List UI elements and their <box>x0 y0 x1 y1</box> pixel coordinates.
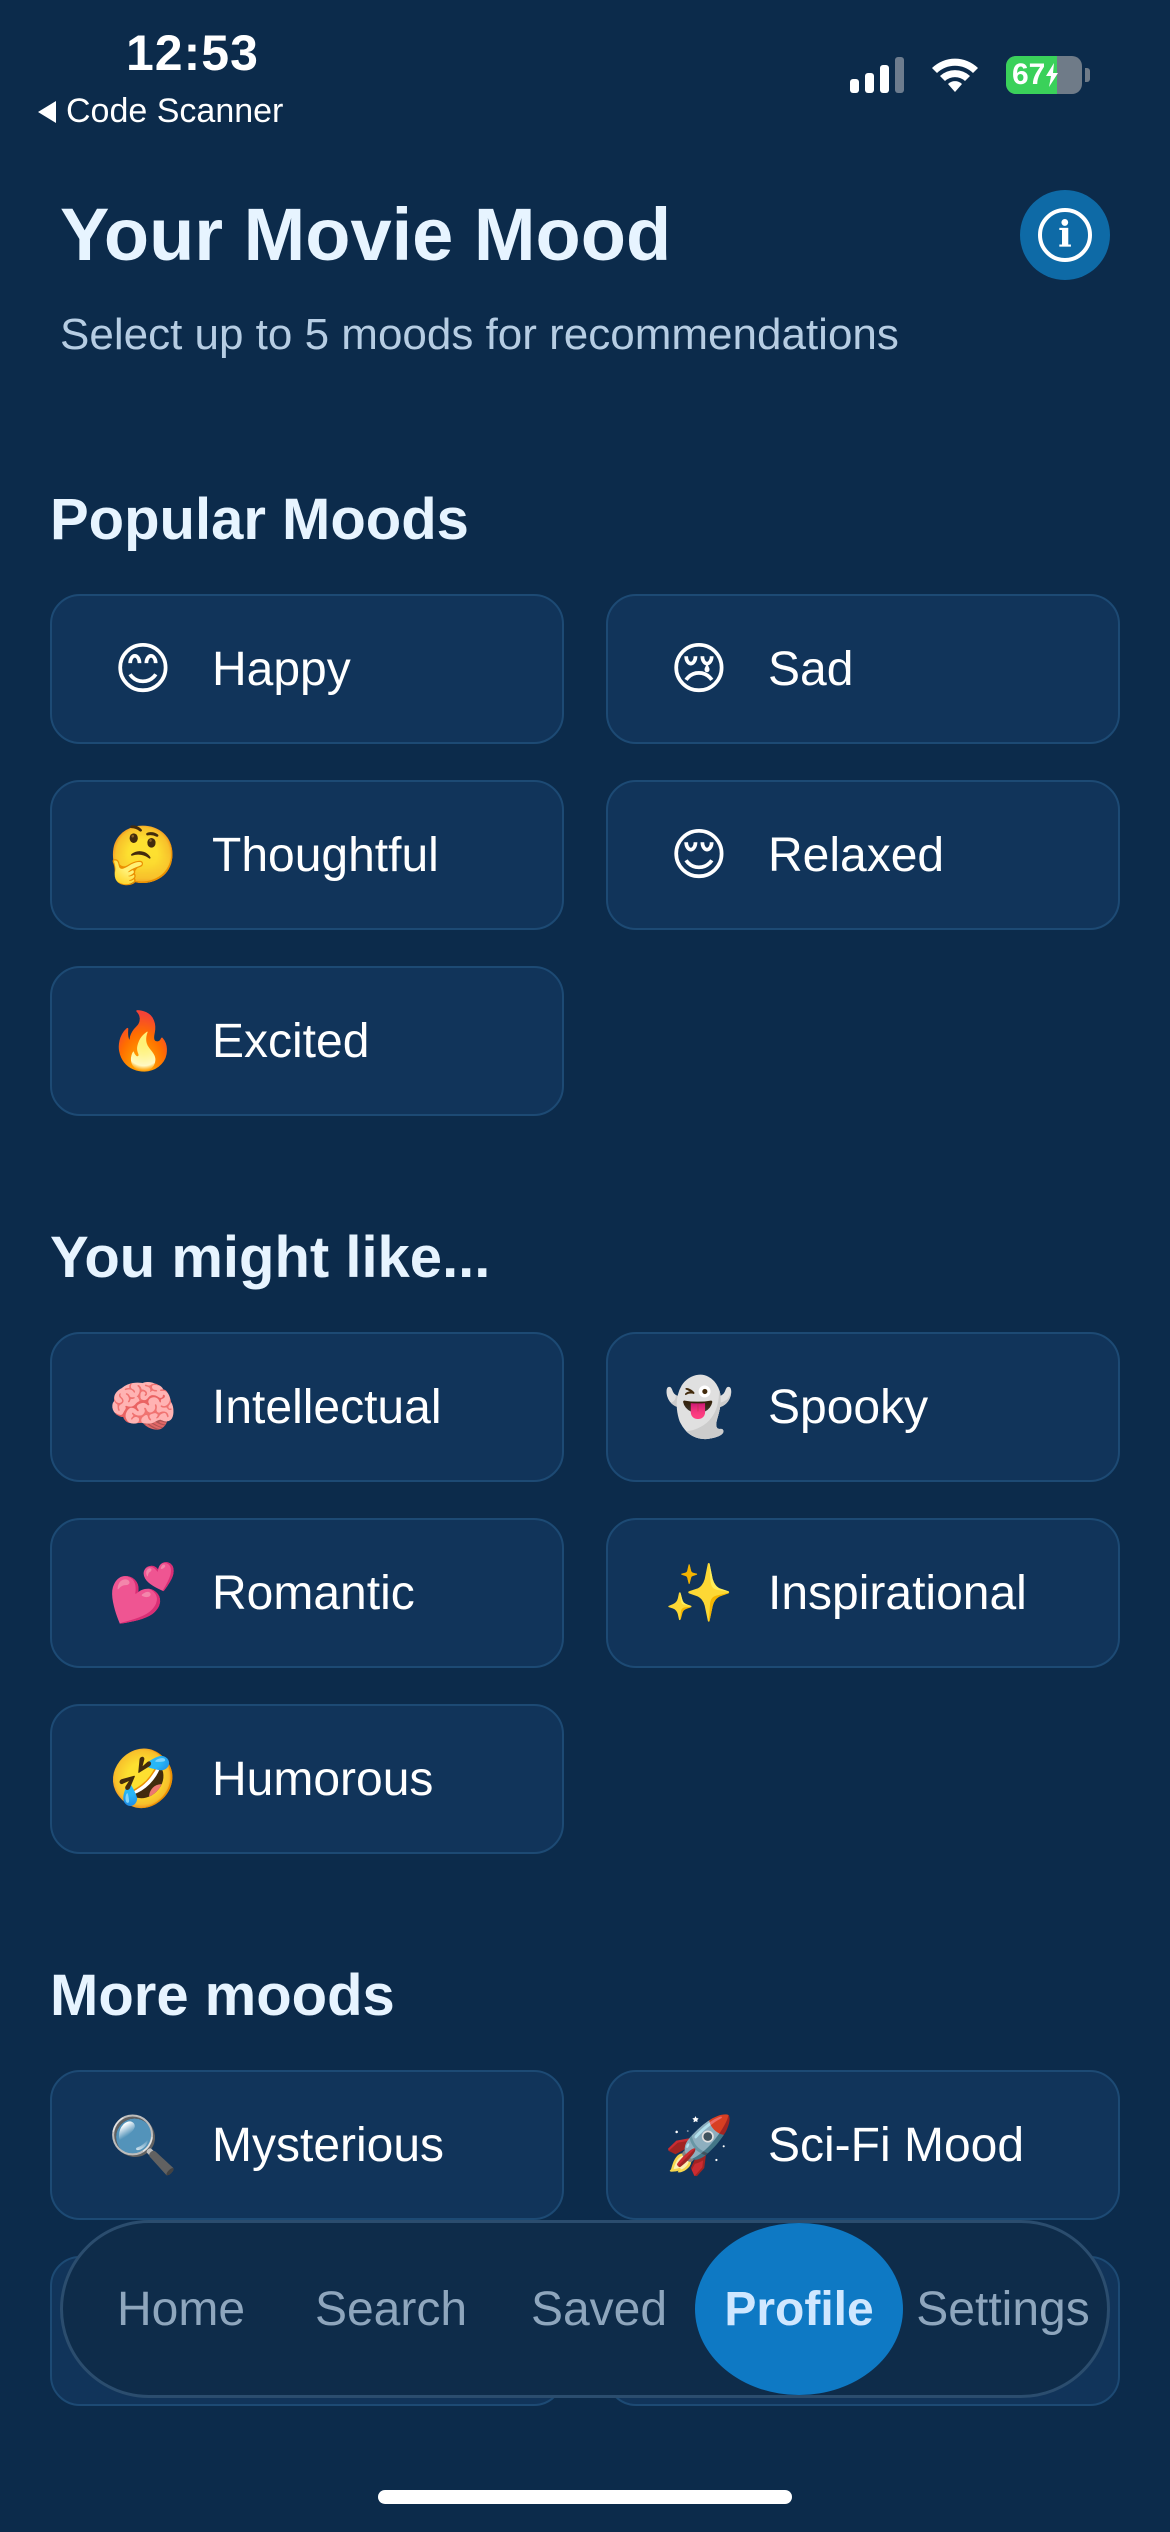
mood-chip-inspirational[interactable]: ✨ Inspirational <box>606 1518 1120 1668</box>
mood-chip-relaxed[interactable]: 😌 Relaxed <box>606 780 1120 930</box>
mood-chip-excited[interactable]: 🔥 Excited <box>50 966 564 1116</box>
status-indicators: 67 <box>850 56 1090 94</box>
mood-label: Happy <box>212 642 351 696</box>
tab-profile[interactable]: Profile <box>695 2223 903 2395</box>
section-title-popular: Popular Moods <box>50 487 469 552</box>
page-subtitle: Select up to 5 moods for recommendations <box>60 310 899 359</box>
mood-label: Sad <box>768 642 854 696</box>
mood-label: Inspirational <box>768 1566 1027 1620</box>
fire-icon: 🔥 <box>108 1009 178 1072</box>
mood-label: Mysterious <box>212 2118 445 2172</box>
rocket-icon: 🚀 <box>664 2113 734 2176</box>
info-button[interactable]: i <box>1020 190 1110 280</box>
back-to-app-button[interactable]: Code Scanner <box>38 92 283 131</box>
home-indicator[interactable] <box>378 2490 792 2504</box>
info-icon: i <box>1038 208 1092 262</box>
wifi-icon <box>932 58 978 92</box>
brain-icon: 🧠 <box>108 1375 178 1438</box>
back-app-label: Code Scanner <box>66 92 284 130</box>
tab-saved[interactable]: Saved <box>499 2223 699 2395</box>
tab-bar: Home Search Saved Profile Settings <box>60 2220 1110 2398</box>
mood-chip-mysterious[interactable]: 🔍 Mysterious <box>50 2070 564 2220</box>
page-title: Your Movie Mood <box>60 193 672 276</box>
mood-chip-intellectual[interactable]: 🧠 Intellectual <box>50 1332 564 1482</box>
mood-label: Relaxed <box>768 828 945 882</box>
mood-chip-humorous[interactable]: 🤣 Humorous <box>50 1704 564 1854</box>
mood-chip-scifi[interactable]: 🚀 Sci-Fi Mood <box>606 2070 1120 2220</box>
tab-home[interactable]: Home <box>81 2223 281 2395</box>
mood-label: Sci-Fi Mood <box>768 2118 1025 2172</box>
thinking-face-icon: 🤔 <box>108 823 178 886</box>
section-title-suggested: You might like... <box>50 1225 491 1290</box>
signal-icon <box>850 57 904 93</box>
status-time: 12:53 <box>126 25 259 81</box>
screen: 12:53 Code Scanner 67 Your Movie Mood Se… <box>0 0 1170 2532</box>
happy-face-icon: 😊 <box>113 637 173 700</box>
tab-settings[interactable]: Settings <box>903 2223 1103 2395</box>
ghost-icon: 👻 <box>664 1375 734 1438</box>
battery-charging-icon: 67 <box>1006 56 1082 94</box>
battery-level: 67 <box>1012 58 1046 91</box>
mood-chip-sad[interactable]: 😢 Sad <box>606 594 1120 744</box>
mood-label: Excited <box>212 1014 370 1068</box>
rofl-face-icon: 🤣 <box>108 1747 178 1810</box>
two-hearts-icon: 💕 <box>108 1561 178 1624</box>
mood-chip-romantic[interactable]: 💕 Romantic <box>50 1518 564 1668</box>
magnifying-glass-icon: 🔍 <box>108 2113 178 2176</box>
mood-label: Humorous <box>212 1752 434 1806</box>
mood-chip-happy[interactable]: 😊 Happy <box>50 594 564 744</box>
mood-label: Thoughtful <box>212 828 439 882</box>
mood-chip-thoughtful[interactable]: 🤔 Thoughtful <box>50 780 564 930</box>
sparkles-icon: ✨ <box>664 1561 734 1624</box>
mood-label: Intellectual <box>212 1380 442 1434</box>
mood-label: Romantic <box>212 1566 415 1620</box>
crying-face-icon: 😢 <box>669 637 729 700</box>
relieved-face-icon: 😌 <box>669 823 729 886</box>
back-triangle-icon <box>38 100 56 123</box>
mood-chip-spooky[interactable]: 👻 Spooky <box>606 1332 1120 1482</box>
tab-search[interactable]: Search <box>291 2223 491 2395</box>
section-title-more: More moods <box>50 1963 395 2028</box>
mood-label: Spooky <box>768 1380 929 1434</box>
